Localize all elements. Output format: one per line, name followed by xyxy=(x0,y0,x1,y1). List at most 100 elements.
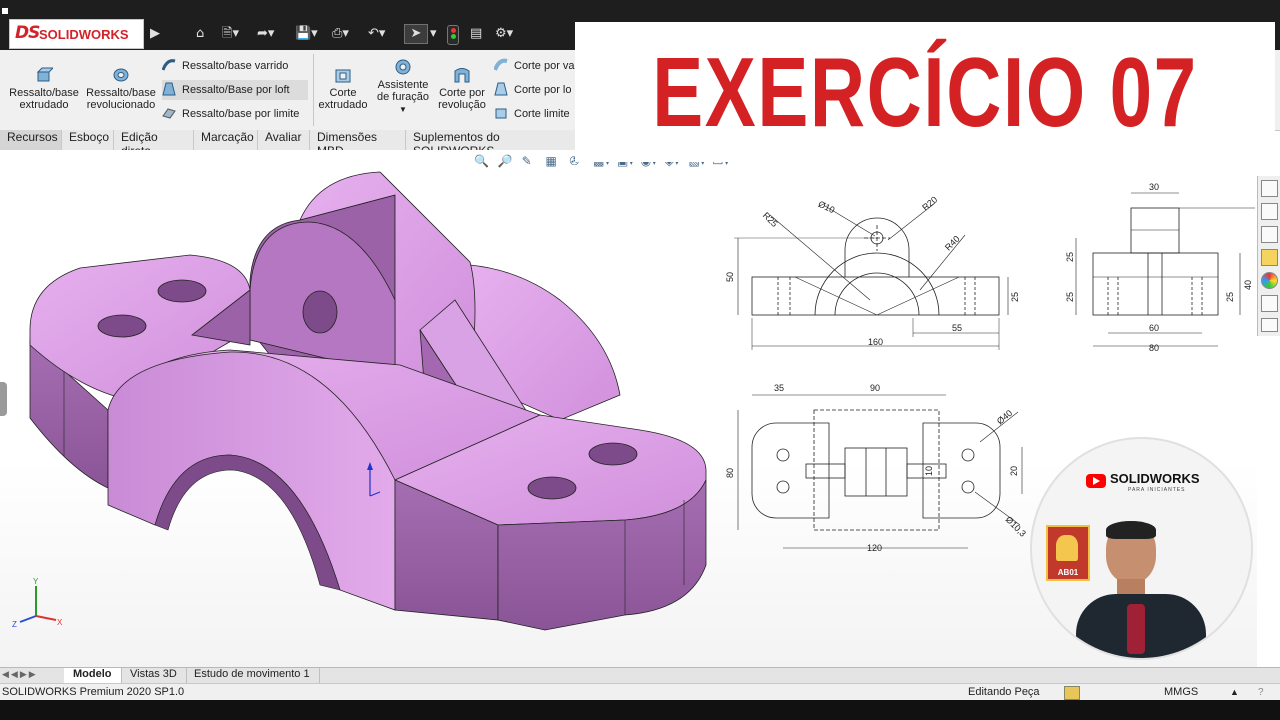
units-dropdown-icon[interactable]: ▲ xyxy=(1230,684,1239,701)
microphone-icon xyxy=(1127,604,1145,654)
exercise-title: EXERCÍCIO 07 xyxy=(652,37,1198,147)
dim-r40: R40 xyxy=(943,234,962,253)
triad-x-label: X xyxy=(57,618,63,627)
lofted-cut-button[interactable]: Corte por lo xyxy=(494,80,576,100)
rebuild-status-icon[interactable] xyxy=(1064,686,1080,700)
open-icon[interactable]: ➦▾ xyxy=(257,25,274,43)
menu-expand-arrow-icon[interactable]: ▶ xyxy=(150,25,160,43)
side-base-outline xyxy=(1092,252,1219,316)
dim-w35: 35 xyxy=(774,383,784,393)
part-3d-model[interactable] xyxy=(20,168,720,638)
lofted-boss-button[interactable]: Ressalto/Base por loft xyxy=(162,80,308,100)
lofted-cut-icon xyxy=(494,82,508,96)
front-saddle-inner xyxy=(834,272,920,316)
rebuild-traffic-light-icon[interactable] xyxy=(447,25,459,45)
new-document-icon[interactable]: 🗎▾ xyxy=(222,25,239,43)
extruded-boss-button[interactable]: Ressalto/base extrudado xyxy=(6,66,82,111)
select-pointer-icon[interactable]: ➤ xyxy=(404,24,428,44)
dim-d40: Ø40 xyxy=(995,408,1014,427)
task-pane-file-explorer-icon[interactable] xyxy=(1261,226,1278,243)
sticker-label: AB01 xyxy=(1057,568,1079,577)
tab-marcacao[interactable]: Marcação xyxy=(194,130,258,150)
file-properties-icon[interactable]: ▤ xyxy=(470,25,482,43)
select-dropdown-icon[interactable]: ▾ xyxy=(430,25,437,43)
extruded-cut-label-2: extrudado xyxy=(318,99,368,111)
front-dimension-texts: R25 Ø10 R20 R40 50 25 55 160 xyxy=(725,194,1020,347)
print-icon[interactable]: ⎙▾ xyxy=(332,25,349,43)
tab-esboco[interactable]: Esboço xyxy=(62,130,114,150)
top-boss-outline xyxy=(844,447,908,497)
extruded-cut-button[interactable]: Corte extrudado xyxy=(316,66,370,111)
edit-mode-status: Editando Peça xyxy=(968,686,1040,698)
help-icon[interactable]: ? xyxy=(1258,684,1264,701)
hole-wizard-icon xyxy=(395,59,411,75)
top-hidden-outline xyxy=(813,409,940,531)
youtube-icon xyxy=(1086,474,1106,488)
window-menu-icon[interactable] xyxy=(2,8,8,14)
front-rib-line xyxy=(876,276,960,316)
tab-dimensoes-mbd[interactable]: Dimensões MBD xyxy=(310,130,406,158)
dim-r20: R20 xyxy=(920,194,939,212)
channel-sticker: AB01 xyxy=(1046,525,1090,581)
hole-wizard-button[interactable]: Assistente de furação ▼ xyxy=(374,58,432,116)
hole-wizard-label-1: Assistente xyxy=(377,79,429,91)
undo-icon[interactable]: ↶▾ xyxy=(368,25,385,43)
tab-vistas-3d[interactable]: Vistas 3D xyxy=(121,668,187,684)
mounting-hole-right-front xyxy=(527,476,577,500)
dim-h50: 50 xyxy=(725,272,735,282)
tab-suplementos[interactable]: Suplementos do SOLIDWORKS xyxy=(406,130,576,158)
presenter-face xyxy=(1106,521,1156,583)
triad-y-label: Y xyxy=(33,578,39,586)
boundary-boss-button[interactable]: Ressalto/base por limite xyxy=(162,104,308,124)
unit-system[interactable]: MMGS xyxy=(1164,684,1198,701)
extruded-boss-label-2: extrudado xyxy=(19,99,69,111)
task-pane-more-icon[interactable] xyxy=(1261,318,1278,332)
channel-brand: SOLIDWORKS xyxy=(1110,471,1200,486)
task-pane-resources-icon[interactable] xyxy=(1261,203,1278,220)
presenter-webcam: SOLIDWORKS PARA INICIANTES AB01 xyxy=(1030,437,1253,660)
revolved-cut-label-1: Corte por xyxy=(439,87,485,99)
tab-modelo[interactable]: Modelo xyxy=(64,668,122,684)
swept-cut-label: Corte por va xyxy=(514,60,575,72)
swept-boss-button[interactable]: Ressalto/base varrido xyxy=(162,56,308,76)
feature-manager-collapse-handle[interactable] xyxy=(0,382,7,416)
tab-recursos[interactable]: Recursos xyxy=(0,130,62,150)
triad-z-axis xyxy=(19,615,37,623)
top-right-plate xyxy=(922,422,1001,519)
tab-edicao-direta[interactable]: Edição direta xyxy=(114,130,194,158)
task-pane-appearances-icon[interactable] xyxy=(1261,272,1278,289)
dim-r25: R25 xyxy=(761,210,780,229)
task-pane-home-icon[interactable] xyxy=(1261,180,1278,197)
revolved-boss-icon xyxy=(113,68,129,82)
boundary-boss-label: Ressalto/base por limite xyxy=(182,108,300,120)
dim-w30: 30 xyxy=(1149,182,1159,192)
options-gear-icon[interactable]: ⚙▾ xyxy=(495,25,513,43)
boundary-boss-icon xyxy=(162,108,176,119)
top-dimension-texts: 35 90 Ø40 80 10 20 Ø10,3 120 xyxy=(725,383,1028,553)
letterbox-bottom xyxy=(0,700,1280,720)
revolved-cut-button[interactable]: Corte por revolução xyxy=(434,66,490,111)
save-icon[interactable]: 💾▾ xyxy=(295,25,318,43)
solidworks-logo[interactable]: DS SOLIDWORKS xyxy=(9,19,144,49)
mounting-hole-left-back xyxy=(157,279,207,303)
dim-h40: 40 xyxy=(1243,280,1253,290)
dim-v20: 20 xyxy=(1009,466,1019,476)
front-rib-line xyxy=(794,276,878,316)
tab-scroll-arrows-icon[interactable]: ◀◀▶▶ xyxy=(2,670,60,682)
task-pane-view-palette-icon[interactable] xyxy=(1261,249,1278,266)
task-pane-tabs xyxy=(1257,176,1280,336)
dim-w160: 160 xyxy=(868,337,883,347)
task-pane-custom-properties-icon[interactable] xyxy=(1261,295,1278,312)
home-icon[interactable]: ⌂ xyxy=(196,25,204,43)
swept-cut-button[interactable]: Corte por va xyxy=(494,56,576,76)
hole-wizard-dropdown-icon[interactable]: ▼ xyxy=(399,105,407,114)
boundary-cut-button[interactable]: Corte limite xyxy=(494,104,576,124)
revolved-boss-label-2: revolucionado xyxy=(86,99,156,111)
product-version: SOLIDWORKS Premium 2020 SP1.0 xyxy=(2,686,185,698)
top-hole xyxy=(776,448,790,462)
swept-boss-icon xyxy=(162,59,176,71)
exercise-title-panel: EXERCÍCIO 07 xyxy=(575,22,1275,162)
revolved-boss-button[interactable]: Ressalto/base revolucionado xyxy=(84,66,158,111)
tab-estudo-movimento[interactable]: Estudo de movimento 1 xyxy=(185,668,320,684)
tab-avaliar[interactable]: Avaliar xyxy=(258,130,310,150)
